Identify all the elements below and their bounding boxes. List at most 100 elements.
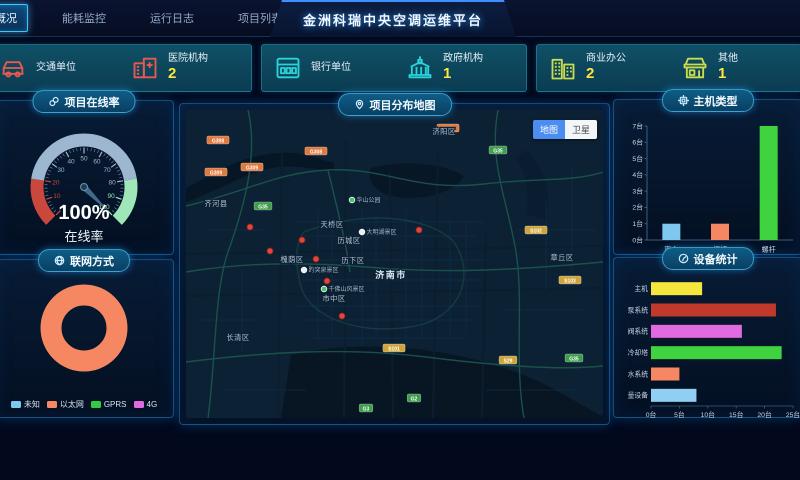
stat-item: 商业办公2 bbox=[537, 53, 669, 83]
panel-title: 联网方式 bbox=[70, 253, 114, 269]
project-marker[interactable] bbox=[299, 237, 305, 243]
map-canvas[interactable]: G308G308G309G309G220G35G35G2G3G35S102S10… bbox=[186, 110, 603, 418]
stat-card: 银行单位 政府机构1 bbox=[261, 44, 527, 92]
legend-label: 以太网 bbox=[60, 399, 84, 410]
device-stats-bar[interactable] bbox=[651, 304, 776, 317]
device-stats-bar[interactable] bbox=[651, 389, 696, 402]
tool-icon bbox=[678, 253, 689, 264]
legend-item[interactable]: 未知 bbox=[11, 399, 40, 410]
project-marker[interactable] bbox=[267, 248, 273, 254]
nav-tab-3[interactable]: 运行日志 bbox=[140, 5, 204, 31]
stat-value: 2 bbox=[168, 65, 208, 83]
map-poi-label: 千佛山风景区 bbox=[329, 285, 365, 293]
map-district-label: 槐荫区 bbox=[280, 255, 303, 264]
svg-text:G308: G308 bbox=[212, 138, 224, 144]
svg-text:2台: 2台 bbox=[632, 203, 643, 212]
legend-label: 未知 bbox=[24, 399, 40, 410]
stat-label: 其他 bbox=[718, 53, 738, 65]
stat-card: 交通单位医院机构2 bbox=[0, 44, 252, 92]
network-donut-chart bbox=[1, 276, 167, 380]
panel-title: 项目分布地图 bbox=[370, 97, 436, 113]
project-marker[interactable] bbox=[416, 227, 422, 233]
cpu-icon bbox=[678, 95, 689, 106]
legend-swatch bbox=[134, 401, 144, 408]
legend-swatch bbox=[91, 401, 101, 408]
svg-text:10: 10 bbox=[53, 193, 61, 200]
device-stats-bar[interactable] bbox=[651, 282, 702, 295]
map-layer-button-map[interactable]: 地图 bbox=[533, 120, 565, 139]
government-icon bbox=[406, 54, 434, 82]
panel-network-type: 联网方式 未知以太网GPRS4G bbox=[0, 259, 174, 418]
device-stats-bar[interactable] bbox=[651, 325, 742, 338]
map-poi-label: 大明湖景区 bbox=[367, 228, 397, 236]
legend-item[interactable]: GPRS bbox=[91, 400, 127, 409]
nav-tab-2[interactable]: 能耗监控 bbox=[52, 5, 116, 31]
project-marker[interactable] bbox=[339, 313, 345, 319]
map-district-label: 济南市 bbox=[375, 269, 407, 280]
svg-text:G308: G308 bbox=[310, 149, 322, 155]
svg-text:G309: G309 bbox=[210, 170, 222, 176]
page-title: 金洲科瑞中央空调运维平台 bbox=[303, 10, 483, 29]
svg-text:4台: 4台 bbox=[632, 170, 643, 179]
svg-text:G35: G35 bbox=[569, 356, 579, 362]
online-rate-value: 100% bbox=[58, 202, 109, 224]
svg-text:50: 50 bbox=[80, 156, 88, 163]
nav-tab-1[interactable]: 概况 bbox=[0, 4, 28, 32]
svg-text:1台: 1台 bbox=[632, 219, 643, 228]
map-poi-marker[interactable] bbox=[349, 197, 355, 203]
map-layer-button-satellite[interactable]: 卫星 bbox=[565, 120, 597, 139]
stat-value: 1 bbox=[443, 65, 483, 83]
host-type-bar[interactable] bbox=[662, 224, 680, 240]
panel-title: 项目在线率 bbox=[65, 94, 120, 110]
svg-text:主机: 主机 bbox=[634, 284, 648, 293]
svg-text:G35: G35 bbox=[258, 204, 268, 210]
svg-text:7台: 7台 bbox=[632, 121, 643, 130]
svg-text:G2: G2 bbox=[411, 396, 418, 402]
svg-text:量设备: 量设备 bbox=[627, 391, 648, 400]
device-stats-bar-chart: 0台5台10台15台20台25台主机泵系统阀系统冷却塔水系统量设备 bbox=[617, 272, 799, 424]
stat-label: 政府机构 bbox=[443, 53, 483, 65]
map-poi-marker[interactable] bbox=[301, 267, 307, 273]
host-type-bar[interactable] bbox=[759, 126, 777, 240]
map-poi-label: 趵突泉景区 bbox=[309, 266, 339, 274]
project-marker[interactable] bbox=[313, 256, 319, 262]
svg-text:70: 70 bbox=[103, 167, 111, 174]
device-stats-bar[interactable] bbox=[651, 346, 782, 359]
bank-icon bbox=[274, 54, 302, 82]
legend-item[interactable]: 4G bbox=[134, 400, 158, 409]
svg-text:阀系统: 阀系统 bbox=[627, 327, 648, 336]
map-district-label: 章丘区 bbox=[550, 253, 573, 262]
panel-project-map: 项目分布地图 G308G308G309G309G220G35G35G2G3G35… bbox=[179, 103, 610, 425]
svg-text:5台: 5台 bbox=[674, 410, 685, 419]
platform-title-block: 金洲科瑞中央空调运维平台 bbox=[270, 0, 516, 37]
svg-text:G309: G309 bbox=[246, 165, 258, 171]
stat-card: 商业办公2 其他1 bbox=[536, 44, 800, 92]
project-marker[interactable] bbox=[247, 224, 253, 230]
stat-item: 银行单位 bbox=[262, 54, 394, 82]
svg-text:G35: G35 bbox=[493, 148, 503, 154]
stat-value: 1 bbox=[718, 65, 738, 83]
legend-item[interactable]: 以太网 bbox=[47, 399, 84, 410]
map-poi-marker[interactable] bbox=[321, 286, 327, 292]
svg-text:螺杆: 螺杆 bbox=[761, 245, 775, 254]
svg-text:G3: G3 bbox=[363, 406, 370, 412]
svg-text:60: 60 bbox=[93, 159, 101, 166]
store-icon bbox=[681, 54, 709, 82]
map-poi-marker[interactable] bbox=[359, 229, 365, 235]
svg-text:0台: 0台 bbox=[645, 410, 656, 419]
svg-text:3台: 3台 bbox=[632, 186, 643, 195]
device-stats-bar[interactable] bbox=[651, 368, 679, 381]
map-district-label: 天桥区 bbox=[320, 220, 343, 229]
host-type-bar[interactable] bbox=[711, 224, 729, 240]
svg-text:水系统: 水系统 bbox=[627, 369, 648, 378]
globe-icon bbox=[54, 255, 65, 266]
online-rate-caption: 在线率 bbox=[64, 229, 103, 244]
map-district-label: 市中区 bbox=[322, 294, 345, 303]
panel-online-rate: 项目在线率 0102030405060708090100100%在线率 bbox=[0, 100, 174, 255]
host-type-bar-chart: 0台1台2台3台4台5台6台7台离心螺杆螺杆 bbox=[617, 114, 799, 260]
panel-map-header: 项目分布地图 bbox=[338, 93, 452, 116]
stat-label: 交通单位 bbox=[36, 62, 76, 74]
project-marker[interactable] bbox=[324, 278, 330, 284]
legend-swatch bbox=[11, 401, 21, 408]
panel-device-header: 设备统计 bbox=[662, 247, 754, 270]
